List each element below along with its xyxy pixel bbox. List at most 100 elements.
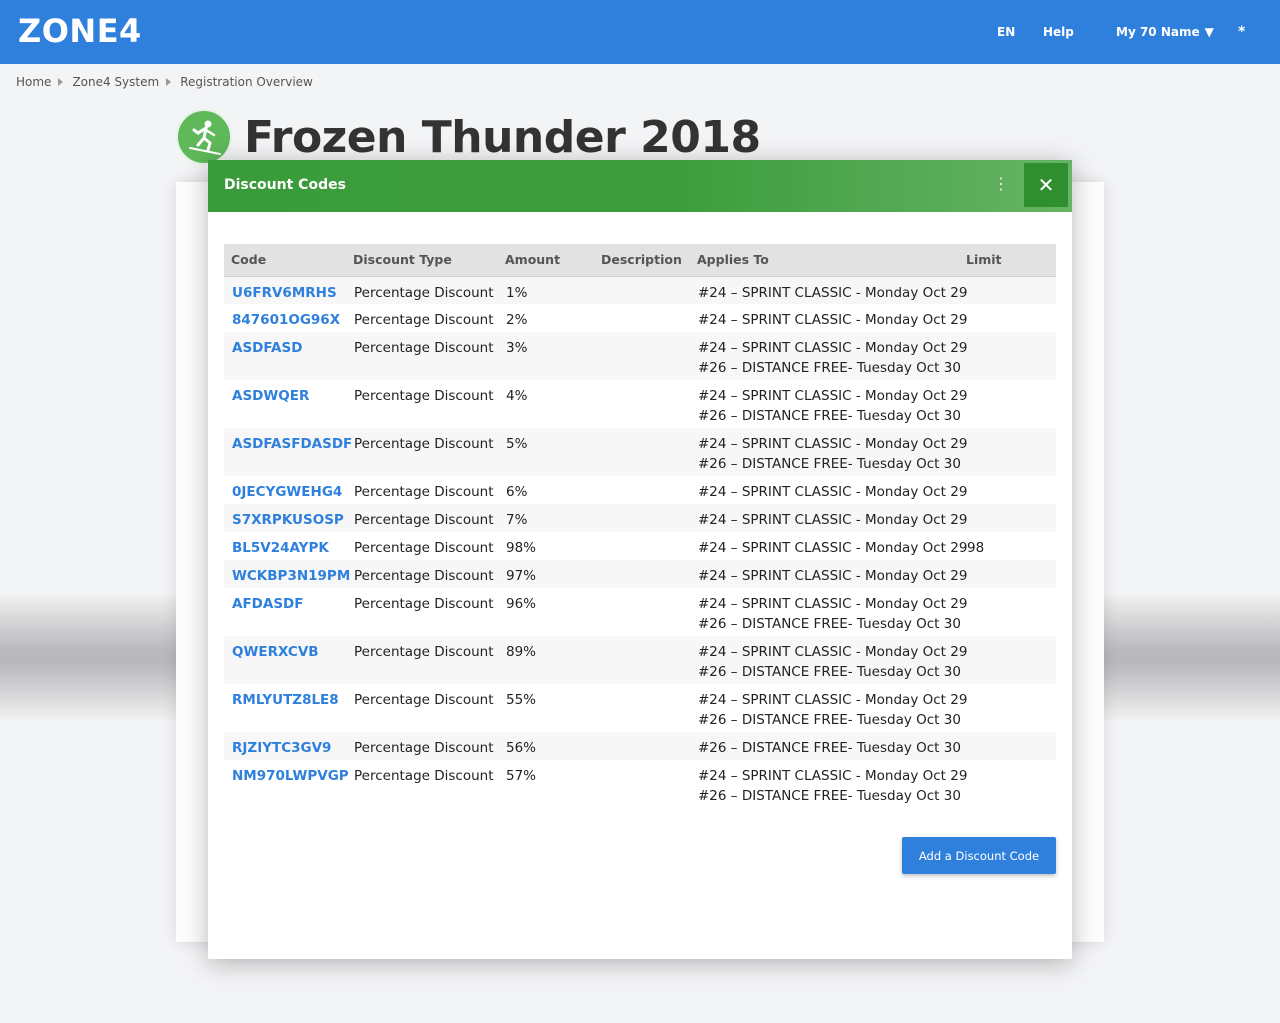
applies-to-item: #24 – SPRINT CLASSIC - Monday Oct 29 [698,388,968,404]
discount-code-link[interactable]: AFDASDF [232,596,303,612]
description-cell [594,332,690,380]
discount-code-link[interactable]: 847601OG96X [232,312,340,328]
discount-code-link[interactable]: S7XRPKUSOSP [232,512,344,528]
discount-type-cell: Percentage Discount [354,284,494,301]
applies-to-item: #24 – SPRINT CLASSIC - Monday Oct 29 [698,340,968,356]
add-discount-code-button[interactable]: Add a Discount Code [902,837,1056,874]
breadcrumb: Home Zone4 System Registration Overview [16,74,313,90]
breadcrumb-separator-icon [166,78,172,86]
applies-to-item: #24 – SPRINT CLASSIC - Monday Oct 29 [698,768,968,784]
limit-cell [959,588,1056,636]
code-cell: 0JECYGWEHG4 [224,476,346,504]
applies-to-item: #24 – SPRINT CLASSIC - Monday Oct 29 [698,692,968,708]
code-cell: 847601OG96X [224,304,346,332]
discount-code-link[interactable]: QWERXCVB [232,644,319,660]
discount-type-cell: Percentage Discount [354,312,494,328]
column-header-applies-to[interactable]: Applies To [690,244,959,277]
applies-to-item: #26 – DISTANCE FREE- Tuesday Oct 30 [698,456,961,472]
menu-button[interactable]: * [1238,0,1245,64]
amount-cell: 3% [506,340,528,356]
table-row: BL5V24AYPK Percentage Discount 98% #24 – SP… [224,532,1056,560]
amount-cell: 56% [506,740,537,756]
column-header-limit[interactable]: Limit [959,244,1056,277]
applies-to-item: #24 – SPRINT CLASSIC - Monday Oct 29 [698,484,968,500]
language-selector[interactable]: EN [997,0,1015,64]
limit-cell [959,276,1056,304]
description-cell [594,504,690,532]
applies-to-cell: #24 – SPRINT CLASSIC - Monday Oct 29 [690,532,967,560]
code-cell: RJZIYTC3GV9 [224,732,346,760]
breadcrumb-registration-overview[interactable]: Registration Overview [180,75,313,89]
discount-code-link[interactable]: WCKBP3N19PM [232,568,350,584]
limit-cell [959,304,1056,332]
applies-to-item: #24 – SPRINT CLASSIC - Monday Oct 29 [698,284,968,301]
column-header-code[interactable]: Code [224,244,346,277]
discount-type-cell: Percentage Discount [354,692,494,708]
discount-type-cell: Percentage Discount [354,484,494,500]
limit-cell [959,476,1056,504]
code-cell: WCKBP3N19PM [224,560,350,588]
description-cell [594,532,690,560]
table-row: WCKBP3N19PM Percentage Discount 97% #24 – S… [224,560,1056,588]
applies-to-cell: #24 – SPRINT CLASSIC - Monday Oct 29 [690,560,968,588]
table-row: 847601OG96X Percentage Discount 2% #24 – SP… [224,304,1056,332]
code-cell: U6FRV6MRHS [224,276,346,304]
discount-code-link[interactable]: RJZIYTC3GV9 [232,740,331,756]
applies-to-item: #26 – DISTANCE FREE- Tuesday Oct 30 [698,360,961,376]
discount-code-link[interactable]: U6FRV6MRHS [232,285,337,301]
limit-cell [959,760,1056,808]
discount-codes-table: Code Discount Type Amount Description Ap… [224,244,1056,808]
breadcrumb-zone4-system[interactable]: Zone4 System [72,75,159,89]
event-title: Frozen Thunder 2018 [244,112,761,163]
table-row: U6FRV6MRHS Percentage Discount 1% #24 – SPR… [224,276,1056,304]
description-cell [594,276,690,304]
applies-to-item: #26 – DISTANCE FREE- Tuesday Oct 30 [698,740,961,756]
column-header-discount-type[interactable]: Discount Type [346,244,498,277]
applies-to-cell: #24 – SPRINT CLASSIC - Monday Oct 29 [690,476,968,504]
amount-cell: 57% [506,768,537,784]
limit-cell [959,684,1056,732]
zone4-logo[interactable]: ZONE4 [18,12,142,50]
amount-cell: 6% [506,484,528,500]
discount-code-link[interactable]: BL5V24AYPK [232,540,329,556]
description-cell [594,380,690,428]
applies-to-item: #24 – SPRINT CLASSIC - Monday Oct 29 [698,568,968,584]
applies-to-cell: #26 – DISTANCE FREE- Tuesday Oct 30 [690,732,961,760]
more-options-icon[interactable]: ⋮ [993,174,1009,194]
user-menu[interactable]: My 70 Name ▼ [1116,0,1214,64]
limit-cell [959,504,1056,532]
amount-cell: 96% [506,596,537,612]
discount-code-link[interactable]: 0JECYGWEHG4 [232,484,342,500]
breadcrumb-separator-icon [58,78,64,86]
applies-to-item: #26 – DISTANCE FREE- Tuesday Oct 30 [698,712,961,728]
breadcrumb-home[interactable]: Home [16,75,51,89]
discount-code-link[interactable]: RMLYUTZ8LE8 [232,692,339,708]
amount-cell: 98% [506,540,537,556]
discount-code-link[interactable]: NM970LWPVGP [232,768,349,784]
discount-type-cell: Percentage Discount [354,340,494,356]
code-cell: RMLYUTZ8LE8 [224,684,346,732]
discount-type-cell: Percentage Discount [354,740,494,756]
table-row: ASDFASFDASDF Percentage Discount 5% #24 – S… [224,428,1056,476]
amount-cell: 5% [506,436,528,452]
description-cell [594,560,690,588]
discount-codes-modal: Discount Codes ⋮ ✕ Code Discount Type Am… [208,160,1072,959]
table-row: ASDWQER Percentage Discount 4% #24 – SPRINT… [224,380,1056,428]
amount-cell: 2% [506,312,528,328]
limit-cell [959,560,1056,588]
column-header-description[interactable]: Description [594,244,690,277]
discount-code-link[interactable]: ASDWQER [232,388,309,404]
code-cell: ASDFASFDASDF [224,428,352,476]
applies-to-cell: #24 – SPRINT CLASSIC - Monday Oct 29 [690,304,968,332]
help-link[interactable]: Help [1043,0,1074,64]
description-cell [594,428,690,476]
discount-code-link[interactable]: ASDFASFDASDF [232,436,352,452]
close-button[interactable]: ✕ [1024,163,1068,207]
column-header-amount[interactable]: Amount [498,244,594,277]
discount-code-link[interactable]: ASDFASD [232,340,302,356]
applies-to-cell: #24 – SPRINT CLASSIC - Monday Oct 29 [690,504,967,532]
amount-cell: 4% [506,388,528,404]
applies-to-item: #24 – SPRINT CLASSIC - Monday Oct 29 [698,312,968,328]
applies-to-cell: #24 – SPRINT CLASSIC - Monday Oct 29 #26 … [690,588,967,636]
limit-cell [959,636,1056,684]
